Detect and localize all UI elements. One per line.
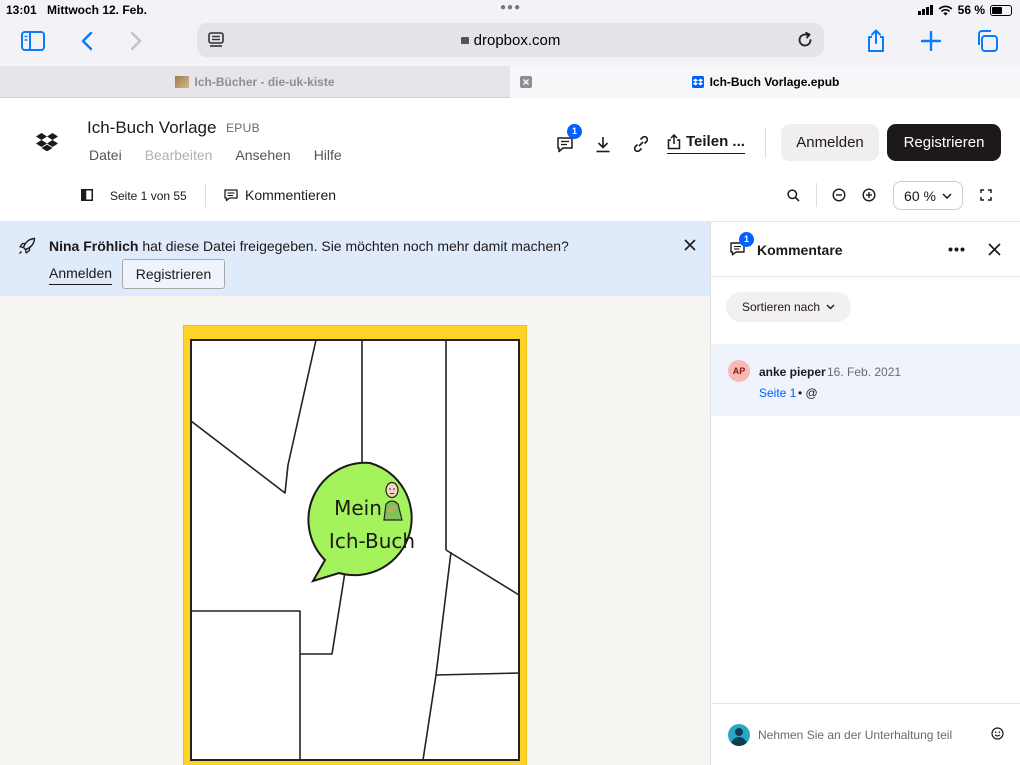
page-illustration: Mein Ich-Buch (182, 324, 528, 765)
bubble-text-line1: Mein (334, 496, 382, 520)
document-page: Mein Ich-Buch (182, 324, 528, 765)
emoji-icon[interactable] (991, 727, 1004, 740)
shared-notice-banner: Nina Fröhlich hat diese Datei freigegebe… (0, 222, 710, 296)
address-bar[interactable]: dropbox.com (197, 23, 824, 57)
comment-page-link[interactable]: Seite 1 (759, 386, 796, 400)
tab-ich-buch-vorlage[interactable]: Ich-Buch Vorlage.epub (510, 66, 1020, 98)
close-icon[interactable] (684, 239, 696, 251)
comment-author: anke pieper (759, 365, 826, 379)
status-right: 56 % (917, 3, 1012, 17)
more-options-icon[interactable] (948, 247, 965, 252)
dropbox-logo-icon[interactable] (36, 133, 58, 151)
toolbar-divider (816, 183, 817, 207)
zoom-select[interactable]: 60 % (893, 181, 963, 210)
menu-hilfe[interactable]: Hilfe (314, 147, 342, 163)
viewer-toolbar: Seite 1 von 55 Kommentieren 60 % (0, 181, 1020, 211)
file-title: Ich-Buch Vorlage (87, 118, 217, 137)
comment-composer: Nehmen Sie an der Unterhaltung teil (711, 703, 1020, 765)
comment-action-button[interactable]: Kommentieren (224, 187, 336, 203)
page-indicator: Seite 1 von 55 (110, 189, 187, 203)
download-button[interactable] (591, 132, 615, 156)
status-bar: 13:01 Mittwoch 12. Feb. ●●● 56 % (0, 0, 1020, 20)
notice-user-name: Nina Fröhlich (49, 238, 139, 254)
dropbox-header: Ich-Buch Vorlage EPUB Datei Bearbeiten A… (0, 98, 1020, 222)
search-icon[interactable] (787, 189, 800, 202)
comment-icon (224, 188, 238, 201)
download-icon (596, 136, 610, 152)
rocket-icon (19, 237, 36, 254)
sort-dropdown[interactable]: Sortieren nach (726, 292, 851, 322)
back-icon[interactable] (73, 28, 101, 54)
avatar: AP (728, 360, 750, 382)
dropbox-favicon-icon (691, 76, 704, 88)
chevron-down-icon (826, 304, 835, 310)
comments-title: Kommentare (757, 242, 843, 258)
notice-text: Nina Fröhlich hat diese Datei freigegebe… (49, 238, 569, 254)
status-date: Mittwoch 12. Feb. (47, 3, 148, 17)
menu-datei[interactable]: Datei (89, 147, 122, 163)
browser-tabs: Ich-Bücher - die-uk-kiste Ich-Buch Vorla… (0, 66, 1020, 98)
menu-bearbeiten[interactable]: Bearbeiten (145, 147, 213, 163)
toolbar-divider (205, 183, 206, 207)
user-avatar (728, 724, 750, 746)
reload-icon[interactable] (796, 31, 814, 49)
sidebar-panel-icon[interactable] (81, 189, 93, 201)
wifi-icon (938, 5, 953, 15)
comments-panel: 1 Kommentare Sortieren nach AP anke piep… (710, 222, 1020, 765)
file-menu: Datei Bearbeiten Ansehen Hilfe (89, 147, 342, 163)
new-tab-icon[interactable] (917, 28, 945, 54)
comment-input[interactable]: Nehmen Sie an der Unterhaltung teil (758, 728, 952, 742)
copy-link-button[interactable] (629, 132, 653, 156)
zoom-in-icon[interactable] (862, 188, 876, 202)
comment-mention: • @ (798, 386, 818, 400)
comment-count-badge: 1 (567, 124, 582, 139)
comments-header: 1 Kommentare (711, 222, 1020, 277)
cellular-signal-icon (917, 5, 933, 15)
share-icon[interactable] (862, 28, 890, 54)
login-button[interactable]: Anmelden (781, 124, 879, 161)
multitasking-dots-icon[interactable]: ●●● (500, 2, 521, 13)
menu-ansehen[interactable]: Ansehen (235, 147, 290, 163)
link-icon (633, 135, 649, 153)
register-button[interactable]: Registrieren (887, 124, 1001, 161)
site-favicon-icon (175, 76, 190, 88)
header-divider (765, 128, 766, 158)
forward-icon[interactable] (122, 28, 150, 54)
status-time: 13:01 (6, 3, 37, 17)
sidebar-toggle-icon[interactable] (19, 28, 47, 54)
close-tab-icon[interactable] (520, 76, 532, 88)
tab-ich-buecher[interactable]: Ich-Bücher - die-uk-kiste (0, 66, 510, 98)
zoom-out-icon[interactable] (832, 188, 846, 202)
share-upload-icon (667, 133, 681, 149)
document-viewer[interactable]: Mein Ich-Buch (0, 296, 710, 765)
notice-login-link[interactable]: Anmelden (49, 265, 113, 285)
close-icon[interactable] (988, 243, 1001, 256)
battery-percent: 56 % (957, 3, 985, 17)
notice-register-button[interactable]: Registrieren (122, 259, 225, 289)
url-text: dropbox.com (197, 32, 824, 49)
fullscreen-icon[interactable] (980, 189, 992, 201)
lock-icon (460, 37, 469, 44)
comments-button[interactable]: 1 (553, 124, 582, 156)
battery-icon (990, 4, 1012, 16)
file-type-badge: EPUB (226, 121, 260, 135)
comments-count-badge: 1 (739, 232, 754, 247)
tab-overview-icon[interactable] (973, 28, 1001, 54)
chevron-down-icon (942, 192, 952, 199)
share-button[interactable]: Teilen ... (667, 133, 745, 154)
browser-toolbar: dropbox.com (0, 20, 1020, 66)
comment-item[interactable]: AP anke pieper 16. Feb. 2021 Seite 1 • @ (711, 344, 1020, 416)
bubble-text-line2: Ich-Buch (329, 529, 415, 553)
comment-date: 16. Feb. 2021 (827, 365, 902, 379)
